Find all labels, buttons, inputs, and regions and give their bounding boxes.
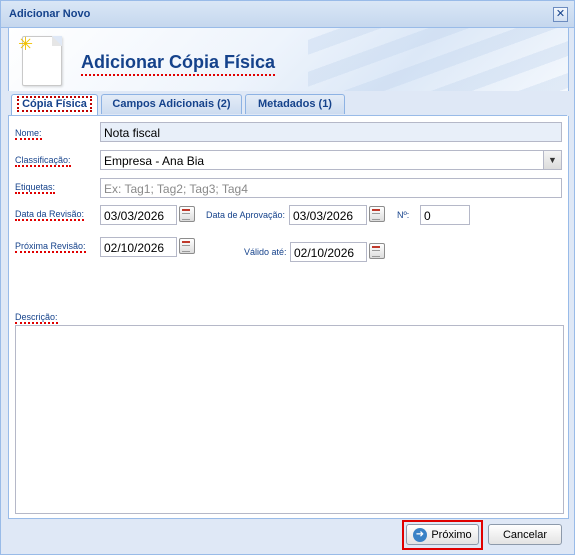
calendar-icon[interactable] (179, 206, 195, 222)
data-aprovacao-label: Data de Aprovação: (206, 210, 286, 220)
classificacao-value: Empresa - Ana Bia (104, 154, 205, 168)
classificacao-label: Classificação: (15, 155, 71, 167)
document-new-icon: ✳ (18, 35, 62, 86)
dialog-window: Adicionar Novo ✕ ✳ Adicionar Cópia Físic… (0, 0, 575, 555)
document-fold (52, 36, 62, 46)
classificacao-select[interactable]: Empresa - Ana Bia ▼ (100, 150, 562, 170)
calendar-icon[interactable] (369, 243, 385, 259)
proxima-revisao-input[interactable]: 02/10/2026 (100, 237, 177, 257)
etiquetas-placeholder: Ex: Tag1; Tag2; Tag3; Tag4 (104, 182, 248, 196)
proxima-revisao-label: Próxima Revisão: (15, 241, 86, 253)
tab-label: Cópia Física (17, 96, 92, 112)
title-bar[interactable]: Adicionar Novo ✕ (1, 1, 574, 28)
tab-metadados[interactable]: Metadados (1) (245, 94, 345, 114)
header-decoration (308, 28, 568, 91)
chevron-down-icon[interactable]: ▼ (543, 151, 561, 169)
valido-ate-label: Válido até: (244, 247, 287, 257)
descricao-label: Descrição: (15, 312, 58, 324)
calendar-icon[interactable] (179, 238, 195, 254)
sparkle-icon: ✳ (18, 34, 34, 54)
nome-label: Nome: (15, 128, 42, 140)
calendar-icon[interactable] (369, 206, 385, 222)
dialog-footer: ➜ Próximo Cancelar (1, 519, 574, 554)
cancel-button[interactable]: Cancelar (488, 524, 562, 545)
descricao-textarea[interactable] (15, 325, 564, 514)
etiquetas-label: Etiquetas: (15, 182, 56, 194)
valido-ate-input[interactable]: 02/10/2026 (290, 242, 367, 262)
next-button[interactable]: ➜ Próximo (406, 524, 479, 545)
tab-label: Metadados (1) (258, 98, 332, 110)
page-title: Adicionar Cópia Física (81, 52, 276, 76)
tab-copia-fisica[interactable]: Cópia Física (11, 94, 98, 115)
numero-label: Nº: (397, 210, 410, 220)
dialog-header: ✳ Adicionar Cópia Física (8, 28, 569, 91)
tab-strip: Cópia Física Campos Adicionais (2) Metad… (8, 92, 567, 116)
data-aprovacao-input[interactable]: 03/03/2026 (289, 205, 367, 225)
arrow-right-icon: ➜ (413, 528, 427, 542)
tab-campos-adicionais[interactable]: Campos Adicionais (2) (101, 94, 242, 114)
numero-input[interactable]: 0 (420, 205, 470, 225)
nome-field[interactable]: Nota fiscal (100, 122, 562, 142)
data-revisao-label: Data da Revisão: (15, 209, 85, 221)
form-panel: Nome: Nota fiscal Classificação: Empresa… (8, 116, 569, 519)
next-button-label: Próximo (431, 529, 472, 541)
tab-label: Campos Adicionais (2) (112, 98, 231, 110)
data-revisao-input[interactable]: 03/03/2026 (100, 205, 177, 225)
etiquetas-input[interactable]: Ex: Tag1; Tag2; Tag3; Tag4 (100, 178, 562, 198)
close-icon[interactable]: ✕ (553, 7, 568, 22)
window-title: Adicionar Novo (9, 8, 91, 20)
